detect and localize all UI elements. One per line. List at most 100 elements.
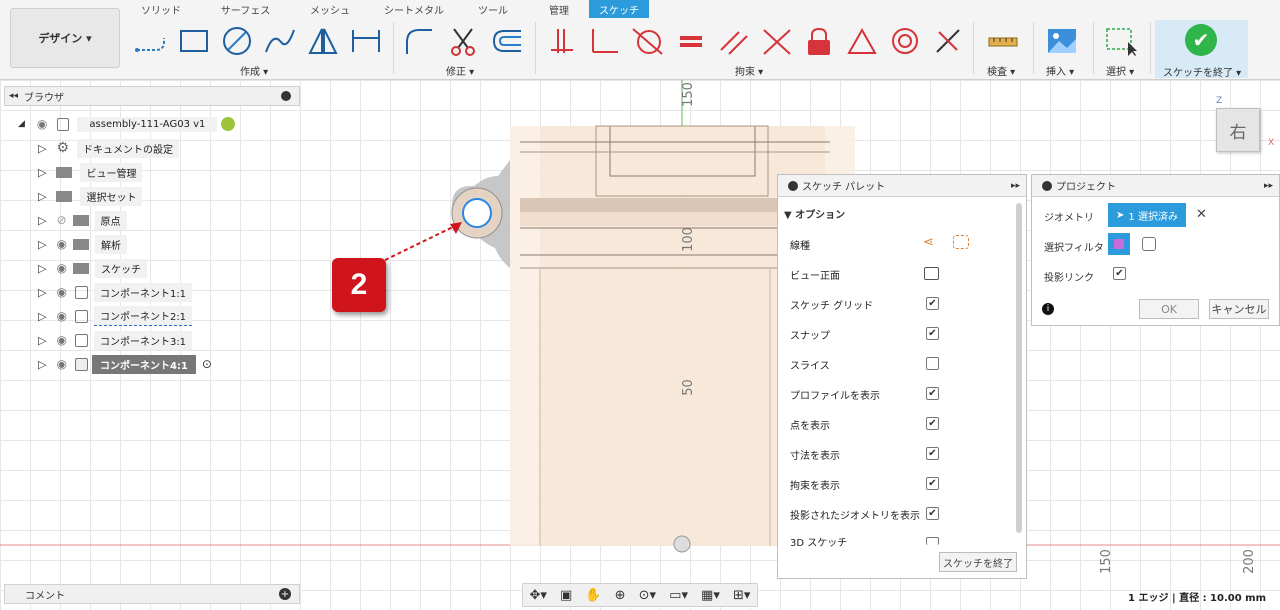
- fillet-tool-icon[interactable]: [400, 22, 438, 60]
- expand-triangle-icon[interactable]: ▷: [38, 238, 46, 251]
- tree-item[interactable]: ▷ ◉ コンポーネント4:1 ⊙: [38, 354, 212, 374]
- grid-settings-icon[interactable]: ▦▾: [701, 588, 720, 603]
- visibility-eye-icon[interactable]: ◉: [56, 357, 66, 371]
- expand-triangle-icon[interactable]: ▷: [38, 190, 46, 203]
- coincident-constraint-icon[interactable]: [543, 22, 581, 60]
- centerline-icon[interactable]: [953, 235, 969, 249]
- tab-tools[interactable]: ツール: [467, 0, 519, 18]
- projected-geometry-checkbox[interactable]: ✔: [926, 507, 939, 520]
- info-icon[interactable]: i: [1042, 303, 1054, 315]
- insert-image-icon[interactable]: [1043, 22, 1081, 60]
- expand-triangle-icon[interactable]: ▷: [38, 310, 46, 323]
- measure-ruler-icon[interactable]: [984, 22, 1022, 60]
- visibility-eye-icon[interactable]: ◉: [56, 309, 66, 323]
- pan-hand-icon[interactable]: ✋: [585, 588, 601, 603]
- expand-panel-icon[interactable]: ▸▸: [1011, 181, 1020, 191]
- grid-checkbox[interactable]: ✔: [926, 297, 939, 310]
- tab-mesh[interactable]: メッシュ: [299, 0, 361, 18]
- midpoint-constraint-icon[interactable]: [758, 22, 796, 60]
- display-settings-icon[interactable]: ▭▾: [669, 588, 688, 603]
- visibility-eye-icon[interactable]: ◉: [56, 285, 66, 299]
- options-section-header[interactable]: ▼ オプション: [784, 206, 845, 221]
- trim-scissors-icon[interactable]: [444, 22, 482, 60]
- create-group-label[interactable]: 作成 ▾: [240, 63, 268, 78]
- tree-item[interactable]: ▷ ◉ スケッチ: [38, 258, 147, 278]
- expand-triangle-icon[interactable]: ▷: [38, 358, 46, 371]
- equal-constraint-icon[interactable]: [672, 22, 710, 60]
- symmetry-constraint-icon[interactable]: [929, 22, 967, 60]
- look-at-icon[interactable]: [924, 267, 939, 280]
- mirror-tool-icon[interactable]: [304, 22, 342, 60]
- expand-triangle-icon[interactable]: ▷: [38, 262, 46, 275]
- inspect-group-label[interactable]: 検査 ▾: [987, 63, 1015, 78]
- orbit-icon[interactable]: ✥▾: [530, 588, 547, 603]
- tree-item[interactable]: ▷ ⚙ ドキュメントの設定: [38, 138, 180, 158]
- construction-line-icon[interactable]: ⋖: [923, 235, 941, 251]
- expand-triangle-icon[interactable]: ▷: [38, 214, 46, 227]
- geometry-selection-button[interactable]: ➤ 1 選択済み: [1108, 203, 1186, 227]
- tree-item[interactable]: ▷ 選択セット: [38, 186, 143, 206]
- tree-item[interactable]: ▷ ◉ コンポーネント1:1: [38, 282, 193, 302]
- triangle-constraint-icon[interactable]: [843, 22, 881, 60]
- snap-checkbox[interactable]: ✔: [926, 327, 939, 340]
- spline-tool-icon[interactable]: [261, 22, 299, 60]
- comments-bar[interactable]: コメント +: [4, 584, 300, 604]
- expand-triangle-icon[interactable]: ▷: [38, 142, 46, 155]
- constrain-group-label[interactable]: 拘束 ▾: [735, 63, 763, 78]
- add-comment-icon[interactable]: +: [279, 588, 291, 600]
- cancel-button[interactable]: キャンセル: [1209, 299, 1269, 319]
- parallel-constraint-icon[interactable]: [715, 22, 753, 60]
- 3d-sketch-checkbox[interactable]: [926, 537, 939, 545]
- concentric-constraint-icon[interactable]: [886, 22, 924, 60]
- profile-checkbox[interactable]: ✔: [926, 387, 939, 400]
- tab-manage[interactable]: 管理: [533, 0, 585, 18]
- viewports-icon[interactable]: ⊞▾: [733, 588, 750, 603]
- rectangle-tool-icon[interactable]: [175, 22, 213, 60]
- activate-radio-icon[interactable]: ⊙: [202, 357, 212, 371]
- tree-item[interactable]: ▷ ⊘ 原点: [38, 210, 127, 230]
- minimize-icon[interactable]: [1042, 180, 1052, 191]
- expand-triangle-icon[interactable]: ▷: [38, 286, 46, 299]
- palette-scrollbar[interactable]: [1016, 203, 1022, 533]
- tree-root[interactable]: ◢ ◉ assembly-111-AG03 v1: [18, 114, 236, 134]
- minimize-icon[interactable]: [281, 91, 291, 101]
- tree-item[interactable]: ▷ ビュー管理: [38, 162, 143, 182]
- circle-tool-icon[interactable]: [218, 22, 256, 60]
- tangent-constraint-icon[interactable]: [629, 22, 667, 60]
- collapse-icon[interactable]: ◂◂: [9, 91, 18, 101]
- tab-sketch[interactable]: スケッチ: [589, 0, 649, 18]
- dimension-line-tool-icon[interactable]: [347, 22, 385, 60]
- select-box-icon[interactable]: [1102, 22, 1140, 60]
- look-at-icon[interactable]: ▣: [560, 588, 572, 603]
- select-group-label[interactable]: 選択 ▾: [1106, 63, 1134, 78]
- dimensions-checkbox[interactable]: ✔: [926, 447, 939, 460]
- tree-item[interactable]: ▷ ◉ コンポーネント3:1: [38, 330, 193, 350]
- tab-solid[interactable]: ソリッド: [130, 0, 192, 18]
- fix-lock-icon[interactable]: [800, 22, 838, 60]
- visibility-eye-icon[interactable]: ◉: [37, 117, 47, 131]
- expand-triangle-icon[interactable]: ▷: [38, 166, 46, 179]
- collapse-triangle-icon[interactable]: ◢: [18, 119, 25, 129]
- modify-group-label[interactable]: 修正 ▾: [446, 63, 474, 78]
- offset-tool-icon[interactable]: [488, 22, 526, 60]
- filter-body-icon[interactable]: [1108, 233, 1130, 255]
- constraints-checkbox[interactable]: ✔: [926, 477, 939, 490]
- expand-panel-icon[interactable]: ▸▸: [1264, 181, 1273, 191]
- finish-sketch-palette-button[interactable]: スケッチを終了: [939, 552, 1017, 572]
- tab-surface[interactable]: サーフェス: [208, 0, 283, 18]
- visibility-eye-icon[interactable]: ◉: [56, 333, 66, 347]
- tree-item[interactable]: ▷ ◉ コンポーネント2:1: [38, 306, 193, 326]
- minimize-icon[interactable]: [788, 180, 798, 191]
- view-cube[interactable]: 右: [1216, 108, 1260, 152]
- finish-sketch-button[interactable]: ✔ スケッチを終了 ▾: [1155, 20, 1248, 79]
- filter-component-icon[interactable]: [1142, 237, 1156, 251]
- expand-triangle-icon[interactable]: ▷: [38, 334, 46, 347]
- tab-sheetmetal[interactable]: シートメタル: [375, 0, 453, 18]
- fit-zoom-icon[interactable]: ⊙▾: [639, 588, 656, 603]
- visibility-eye-icon[interactable]: ◉: [56, 237, 66, 251]
- insert-group-label[interactable]: 挿入 ▾: [1046, 63, 1074, 78]
- hidden-eye-icon[interactable]: ⊘: [56, 213, 66, 227]
- projection-link-checkbox[interactable]: ✔: [1113, 267, 1126, 280]
- perpendicular-constraint-icon[interactable]: [586, 22, 624, 60]
- line-tool-icon[interactable]: [132, 22, 170, 60]
